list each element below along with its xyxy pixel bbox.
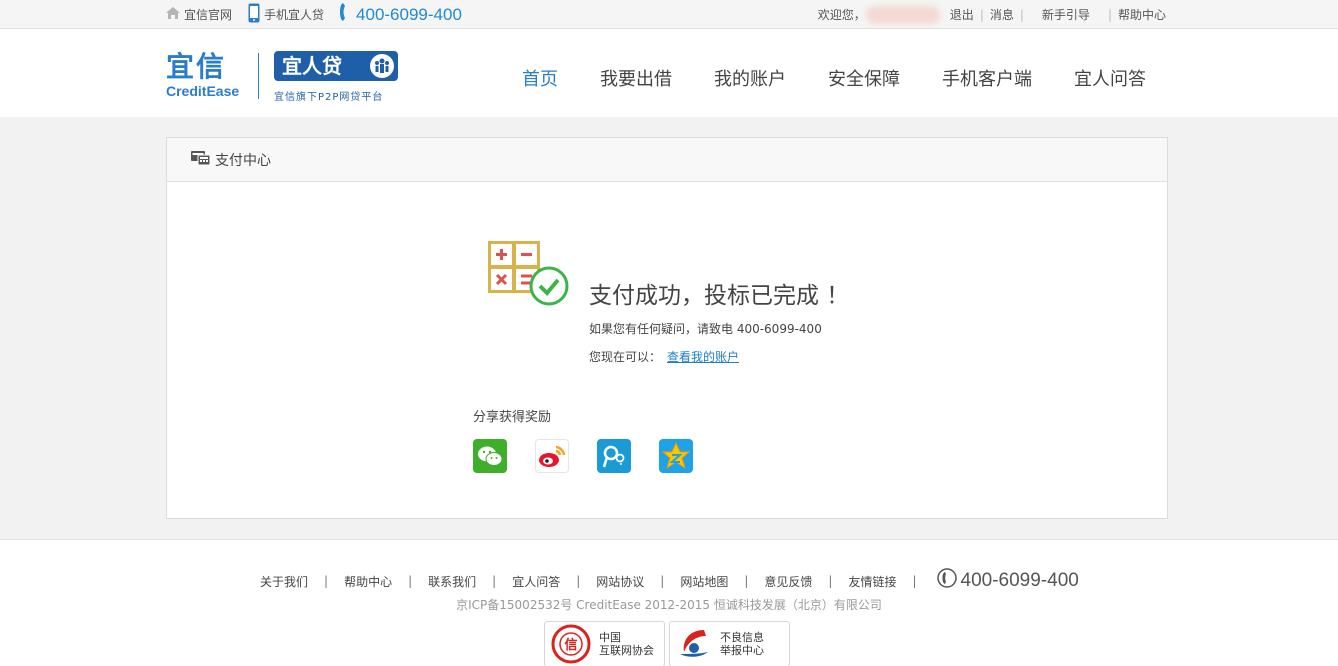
logo-divider — [258, 53, 259, 99]
isc-badge-text: 中国 互联网协会 — [599, 631, 654, 657]
copyright: 京ICP备15002532号 CreditEase 2012-2015 恒诚科技… — [456, 598, 882, 612]
people-icon — [370, 54, 394, 78]
separator: | — [828, 574, 833, 588]
nav-invest[interactable]: 我要出借 — [600, 65, 672, 91]
separator: | — [408, 574, 413, 588]
username-blurred — [865, 5, 940, 24]
top-phone-number: 400-6099-400 — [356, 4, 462, 24]
payment-terminal-icon — [191, 150, 211, 170]
report-badge-text: 不良信息 举报中心 — [720, 631, 764, 657]
mobile-app-link[interactable]: 手机宜人贷 — [248, 3, 324, 26]
share-buttons — [473, 439, 721, 473]
creditease-logo-cn: 宜信 — [166, 50, 227, 83]
footer-phone: 400-6099-400 — [936, 568, 1079, 594]
top-bar: 宜信官网 手机宜人贷 400-6099-400 欢迎您， 退出 | 消息 | 新… — [0, 0, 1338, 29]
separator: | — [324, 574, 329, 588]
telephone-circle-icon — [936, 568, 957, 594]
yirendai-logo-sub: 宜信旗下P2P网贷平台 — [274, 92, 384, 103]
main-header: 宜信 CreditEase 宜人贷 宜信旗下P2P网贷平台 首页 我要出借 我的… — [0, 29, 1338, 117]
report-center-icon — [680, 630, 708, 657]
report-center-badge[interactable]: 不良信息 举报中心 — [669, 621, 790, 666]
footer-phone-number: 400-6099-400 — [960, 570, 1079, 591]
footer-link-friends[interactable]: 友情链接 — [848, 573, 896, 590]
yirendai-logo-box: 宜人贷 — [274, 51, 398, 81]
trust-seal-text: 信 — [564, 637, 577, 653]
footer-link-qa[interactable]: 宜人问答 — [512, 573, 560, 590]
panel-title: 支付中心 — [215, 152, 271, 169]
main-nav: 首页 我要出借 我的账户 安全保障 手机客户端 宜人问答 — [522, 65, 1188, 91]
help-center-link[interactable]: 帮助中心 — [1118, 6, 1166, 23]
qzone-icon[interactable] — [659, 439, 693, 473]
report-badge-line2: 举报中心 — [720, 644, 764, 657]
separator: | — [492, 574, 497, 588]
separator: | — [1019, 7, 1024, 22]
isc-badge-line2: 互联网协会 — [599, 644, 654, 657]
top-bar-left: 宜信官网 手机宜人贷 400-6099-400 — [166, 0, 462, 29]
separator: | — [912, 574, 917, 588]
footer-link-agreement[interactable]: 网站协议 — [596, 573, 644, 590]
separator: | — [744, 574, 749, 588]
footer-link-feedback[interactable]: 意见反馈 — [764, 573, 812, 590]
success-title: 支付成功，投标已完成 ！ — [589, 283, 850, 309]
footer-link-contact[interactable]: 联系我们 — [428, 573, 476, 590]
calculator-success-icon — [487, 240, 571, 310]
footer-link-about[interactable]: 关于我们 — [260, 573, 308, 590]
phone-device-icon — [248, 3, 260, 26]
share-label: 分享获得奖励 — [473, 410, 552, 425]
site-logo[interactable]: 宜信 CreditEase 宜人贷 宜信旗下P2P网贷平台 — [166, 51, 406, 103]
nav-home[interactable]: 首页 — [522, 65, 558, 91]
panel-header: 支付中心 — [167, 138, 1167, 182]
now-you-can-label: 您现在可以： — [589, 350, 662, 364]
yirendai-logo: 宜人贷 宜信旗下P2P网贷平台 — [274, 51, 398, 103]
creditease-logo-en: CreditEase — [166, 83, 240, 99]
beginner-guide-link[interactable]: 新手引导 — [1042, 6, 1090, 23]
logout-link[interactable]: 退出 — [950, 6, 974, 23]
mobile-app-label: 手机宜人贷 — [264, 8, 325, 22]
separator: | — [1107, 7, 1112, 22]
creditease-logo: 宜信 CreditEase — [166, 50, 246, 100]
footer-link-help[interactable]: 帮助中心 — [344, 573, 392, 590]
contact-text: 如果您有任何疑问，请致电 400-6099-400 — [589, 322, 822, 336]
official-site-label: 宜信官网 — [184, 8, 233, 22]
footer-links: 关于我们 | 帮助中心 | 联系我们 | 宜人问答 | 网站协议 | 网站地图 … — [260, 568, 1079, 594]
weibo-icon[interactable] — [535, 439, 569, 473]
messages-link[interactable]: 消息 — [990, 6, 1014, 23]
next-actions: 您现在可以： 查看我的账户 — [589, 348, 739, 365]
view-account-link[interactable]: 查看我的账户 — [667, 350, 739, 364]
nav-mobile-client[interactable]: 手机客户端 — [942, 65, 1032, 91]
separator: | — [660, 574, 665, 588]
separator: | — [576, 574, 581, 588]
isc-trust-badge[interactable]: 信 中国 互联网协会 — [544, 621, 665, 666]
nav-qa[interactable]: 宜人问答 — [1074, 65, 1146, 91]
wechat-icon[interactable] — [473, 439, 507, 473]
home-icon — [166, 7, 180, 22]
site-footer: 关于我们 | 帮助中心 | 联系我们 | 宜人问答 | 网站协议 | 网站地图 … — [0, 539, 1338, 666]
tencent-weibo-icon[interactable] — [597, 439, 631, 473]
nav-my-account[interactable]: 我的账户 — [714, 65, 786, 91]
top-bar-right: 欢迎您， 退出 | 消息 | 新手引导 | 帮助中心 — [818, 0, 1166, 29]
trust-seal-icon: 信 — [551, 624, 591, 664]
top-phone: 400-6099-400 — [340, 3, 462, 26]
official-site-link[interactable]: 宜信官网 — [166, 6, 232, 23]
footer-link-sitemap[interactable]: 网站地图 — [680, 573, 728, 590]
nav-security[interactable]: 安全保障 — [828, 65, 900, 91]
isc-badge-line1: 中国 — [599, 631, 621, 644]
payment-panel: 支付中心 支付成功，投标已完成 ！ 如果您有任何疑问，请致电 400-6099-… — [166, 137, 1168, 519]
report-badge-line1: 不良信息 — [720, 631, 764, 644]
separator: | — [979, 7, 984, 22]
telephone-icon — [340, 3, 350, 26]
yirendai-logo-text: 宜人贷 — [282, 54, 342, 78]
welcome-text: 欢迎您， — [817, 8, 866, 22]
trust-badges: 信 中国 互联网协会 不良信息 举报中心 — [544, 621, 794, 666]
